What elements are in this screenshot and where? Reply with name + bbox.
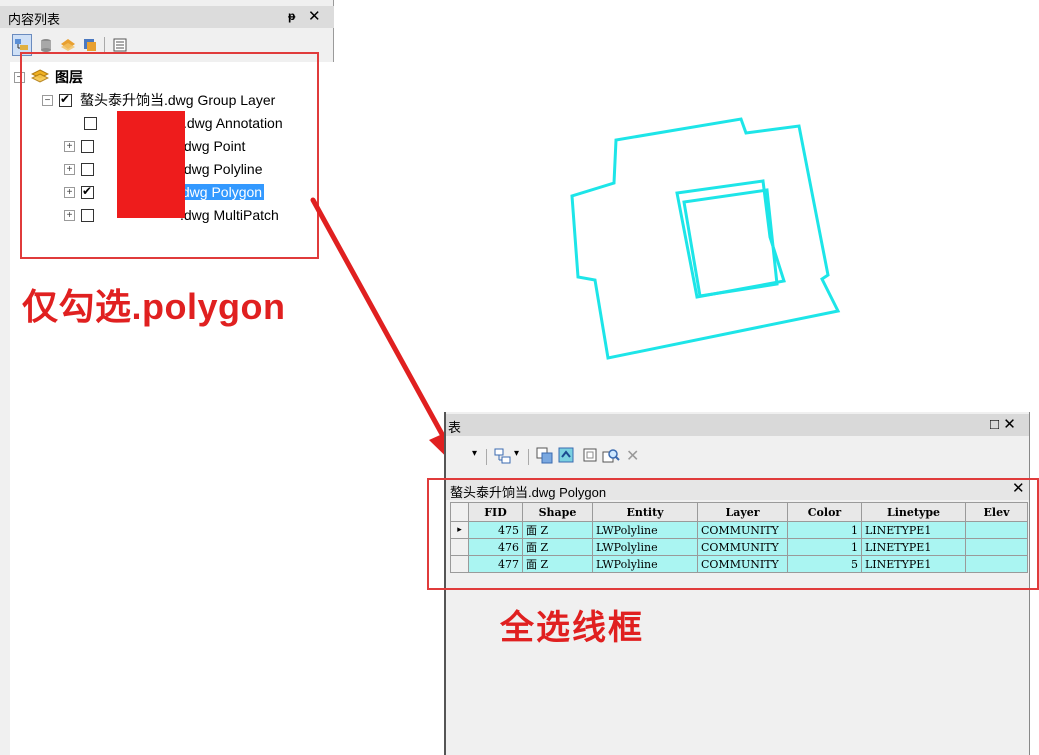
- highlight-box-table: [427, 478, 1039, 590]
- dropdown-arrow-icon[interactable]: ▾: [472, 448, 477, 459]
- polygon-features: [570, 117, 841, 360]
- toolbar-separator: [486, 449, 487, 465]
- table-title-bar: 表 □ ✕: [446, 414, 1039, 436]
- caption-select-all-wireframes: 全选线框: [500, 609, 644, 647]
- polygon-outer: [570, 117, 841, 360]
- zoom-to-selected-icon[interactable]: [602, 447, 620, 468]
- dropdown-arrow-icon[interactable]: ▾: [514, 448, 519, 459]
- table-toolbar: ▾ ▾ ✕: [454, 446, 854, 470]
- polygon-inner-2: [682, 188, 779, 298]
- window-controls[interactable]: □ ✕: [990, 415, 1016, 433]
- switch-selection-icon[interactable]: [558, 447, 576, 468]
- clear-selection-icon[interactable]: [582, 447, 600, 468]
- select-by-attributes-icon[interactable]: [536, 447, 554, 468]
- table-title: 表: [448, 420, 462, 435]
- toolbar-separator: [528, 449, 529, 465]
- related-tables-icon[interactable]: [494, 447, 512, 468]
- delete-selected-icon[interactable]: ✕: [626, 446, 639, 466]
